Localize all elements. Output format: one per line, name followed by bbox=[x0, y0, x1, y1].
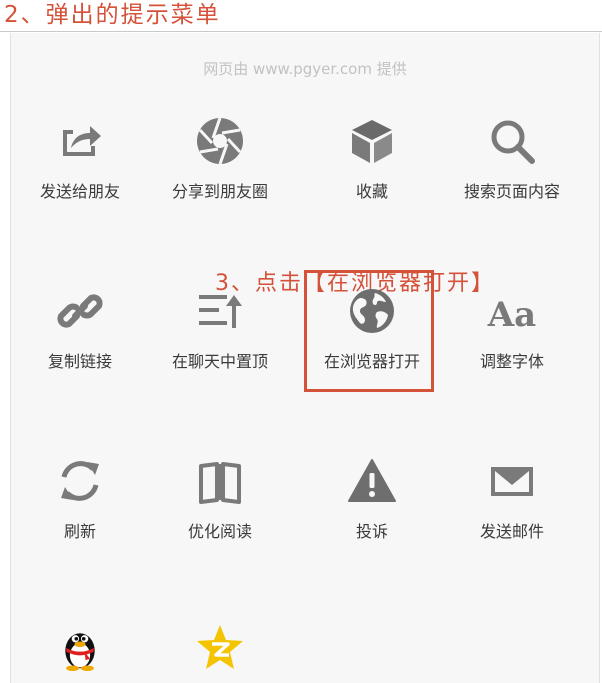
menu-item-search-page[interactable]: 搜索页面内容 bbox=[442, 116, 582, 202]
menu-item-copy-link[interactable]: 复制链接 bbox=[10, 286, 150, 372]
menu-item-reader-mode[interactable]: 优化阅读 bbox=[150, 456, 290, 542]
menu-item-label: 发送邮件 bbox=[479, 522, 544, 541]
menu-item-label: 在聊天中置顶 bbox=[171, 352, 268, 371]
menu-item-share-qzone[interactable] bbox=[160, 623, 280, 673]
menu-item-label: 发送给朋友 bbox=[39, 182, 120, 201]
menu-item-label: 复制链接 bbox=[47, 352, 112, 371]
book-icon bbox=[199, 462, 241, 504]
pin-to-top-icon bbox=[199, 295, 242, 328]
divider bbox=[0, 31, 602, 32]
share-arrow-icon bbox=[63, 126, 101, 156]
qzone-star-icon bbox=[197, 625, 243, 669]
menu-item-share-qq[interactable] bbox=[20, 623, 140, 673]
menu-item-label: 优化阅读 bbox=[187, 522, 252, 541]
qq-penguin-icon bbox=[65, 633, 95, 671]
menu-item-label: 调整字体 bbox=[479, 352, 544, 371]
menu-item-label: 收藏 bbox=[355, 182, 388, 201]
svg-text:Aa: Aa bbox=[487, 295, 536, 335]
menu-item-pin-chat[interactable]: 在聊天中置顶 bbox=[150, 286, 290, 372]
provider-note: 网页由 www.pgyer.com 提供 bbox=[203, 60, 407, 78]
menu-item-send-to-friend[interactable]: 发送给朋友 bbox=[10, 116, 150, 202]
menu-item-refresh[interactable]: 刷新 bbox=[10, 456, 150, 542]
menu-item-label: 搜索页面内容 bbox=[463, 182, 560, 201]
menu-item-share-moments[interactable]: 分享到朋友圈 bbox=[150, 116, 290, 202]
favorite-cube-icon bbox=[352, 120, 392, 163]
link-icon bbox=[57, 294, 103, 328]
menu-item-send-email[interactable]: 发送邮件 bbox=[442, 456, 582, 542]
search-icon bbox=[491, 120, 535, 164]
mail-icon bbox=[491, 467, 533, 496]
menu-item-favorite[interactable]: 收藏 bbox=[302, 116, 442, 202]
menu-item-label: 投诉 bbox=[355, 522, 388, 541]
menu-item-label: 分享到朋友圈 bbox=[171, 182, 268, 201]
font-size-icon: Aa bbox=[487, 295, 536, 335]
menu-item-label: 刷新 bbox=[63, 522, 96, 541]
refresh-icon bbox=[61, 461, 99, 501]
moments-aperture-icon bbox=[197, 117, 243, 165]
step-title: 2、弹出的提示菜单 bbox=[4, 2, 221, 28]
warning-icon bbox=[348, 459, 396, 502]
menu-item-font-size[interactable]: Aa 调整字体 bbox=[442, 286, 582, 372]
highlight-box bbox=[304, 270, 434, 392]
menu-item-report[interactable]: 投诉 bbox=[302, 456, 442, 542]
